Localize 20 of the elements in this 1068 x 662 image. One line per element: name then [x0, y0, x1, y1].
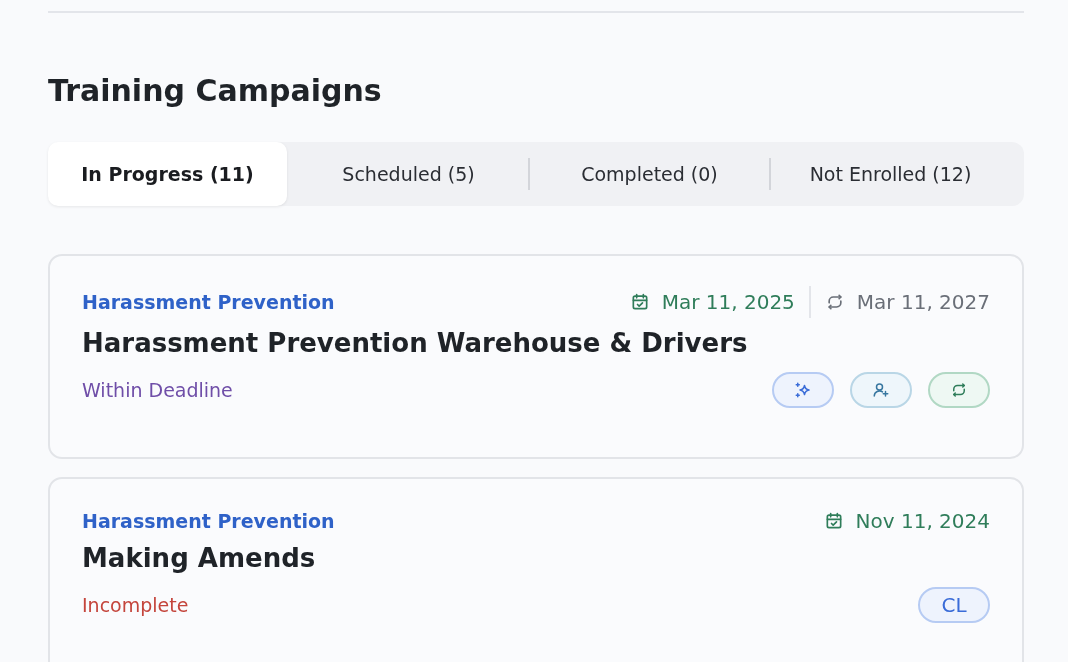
repeat-badge[interactable]	[928, 372, 990, 408]
campaign-title: Harassment Prevention Warehouse & Drivers	[82, 328, 749, 358]
category-label: Harassment Prevention	[82, 510, 335, 532]
tab[interactable]: Completed (0)	[530, 142, 769, 206]
status-label: Incomplete	[82, 594, 189, 616]
tab[interactable]: In Progress (11)	[48, 142, 287, 206]
campaign-card[interactable]: Harassment Prevention Mar 11, 2025 Mar 11, 2027 Harassment Prevention Warehouse & Drivers Within Deadline	[48, 254, 1024, 459]
page-title: Training Campaigns	[48, 73, 383, 109]
campaign-card[interactable]: Harassment Prevention Nov 11, 2024 Making Amends Incomplete CL	[48, 477, 1024, 662]
category-label: Harassment Prevention	[82, 291, 335, 313]
tab[interactable]: Not Enrolled (12)	[771, 142, 1010, 206]
campaign-title: Making Amends	[82, 543, 317, 573]
initials-badge[interactable]: CL	[918, 587, 990, 623]
add-user-badge[interactable]	[850, 372, 912, 408]
status-label: Within Deadline	[82, 379, 233, 401]
tab[interactable]: Scheduled (5)	[289, 142, 528, 206]
start-date: Mar 11, 2025	[661, 290, 795, 314]
start-date: Nov 11, 2024	[855, 509, 990, 533]
renewal-date: Mar 11, 2027	[856, 290, 990, 314]
sparkle-badge[interactable]	[772, 372, 834, 408]
